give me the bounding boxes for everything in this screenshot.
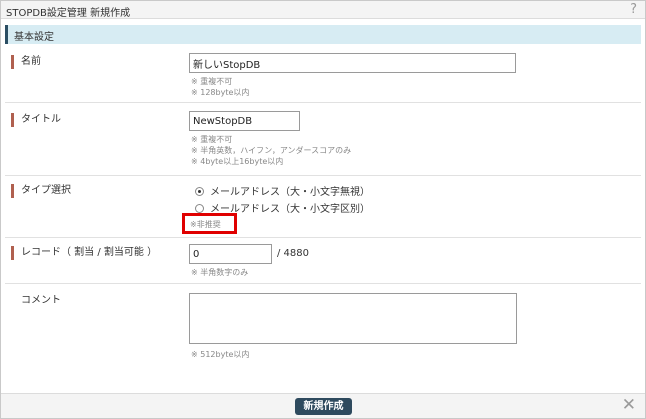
name-note-length: ※ 128byte以内 <box>191 88 250 97</box>
title-input[interactable] <box>189 111 300 131</box>
section-header: 基本設定 <box>5 25 641 44</box>
title-row: タイトル <box>5 103 641 176</box>
record-note: ※ 半角数字のみ <box>191 268 249 277</box>
name-input[interactable] <box>189 53 516 73</box>
type-option-ignore-case-label: メールアドレス（大・小文字無視） <box>210 187 370 198</box>
title-bar: STOPDB設定管理 新規作成 ? <box>1 1 645 19</box>
radio-checked-icon[interactable] <box>195 187 204 196</box>
title-label: タイトル <box>11 113 61 127</box>
comment-note: ※ 512byte以内 <box>191 350 250 359</box>
type-label: タイプ選択 <box>11 184 71 198</box>
comment-label: コメント <box>21 295 61 306</box>
highlight-box <box>182 213 237 234</box>
help-icon[interactable]: ? <box>630 2 637 17</box>
record-row: レコード（ 割当 / 割当可能 ） <box>5 238 641 284</box>
name-label: 名前 <box>11 55 41 69</box>
name-note-unique: ※ 重複不可 <box>191 77 233 86</box>
record-total: / 4880 <box>277 248 309 259</box>
section-title: 基本設定 <box>14 32 54 43</box>
comment-textarea[interactable] <box>189 293 517 344</box>
close-icon[interactable]: ✕ <box>622 395 636 415</box>
footer-bar: 新規作成 ✕ <box>1 393 645 418</box>
title-note-length: ※ 4byte以上16byte以内 <box>191 157 284 166</box>
create-button[interactable]: 新規作成 <box>295 398 352 415</box>
record-label: レコード（ 割当 / 割当可能 ） <box>11 246 157 260</box>
type-option-ignore-case[interactable]: メールアドレス（大・小文字無視） <box>195 183 370 198</box>
radio-unchecked-icon[interactable] <box>195 204 204 213</box>
window-title: STOPDB設定管理 新規作成 <box>6 8 131 19</box>
dialog-window: STOPDB設定管理 新規作成 ? 基本設定 名前 ※ 重複不可 ※ 128by… <box>0 0 646 419</box>
record-input[interactable] <box>189 244 272 264</box>
title-note-charset: ※ 半角英数，ハイフン，アンダースコアのみ <box>191 146 352 155</box>
title-note-unique: ※ 重複不可 <box>191 135 233 144</box>
